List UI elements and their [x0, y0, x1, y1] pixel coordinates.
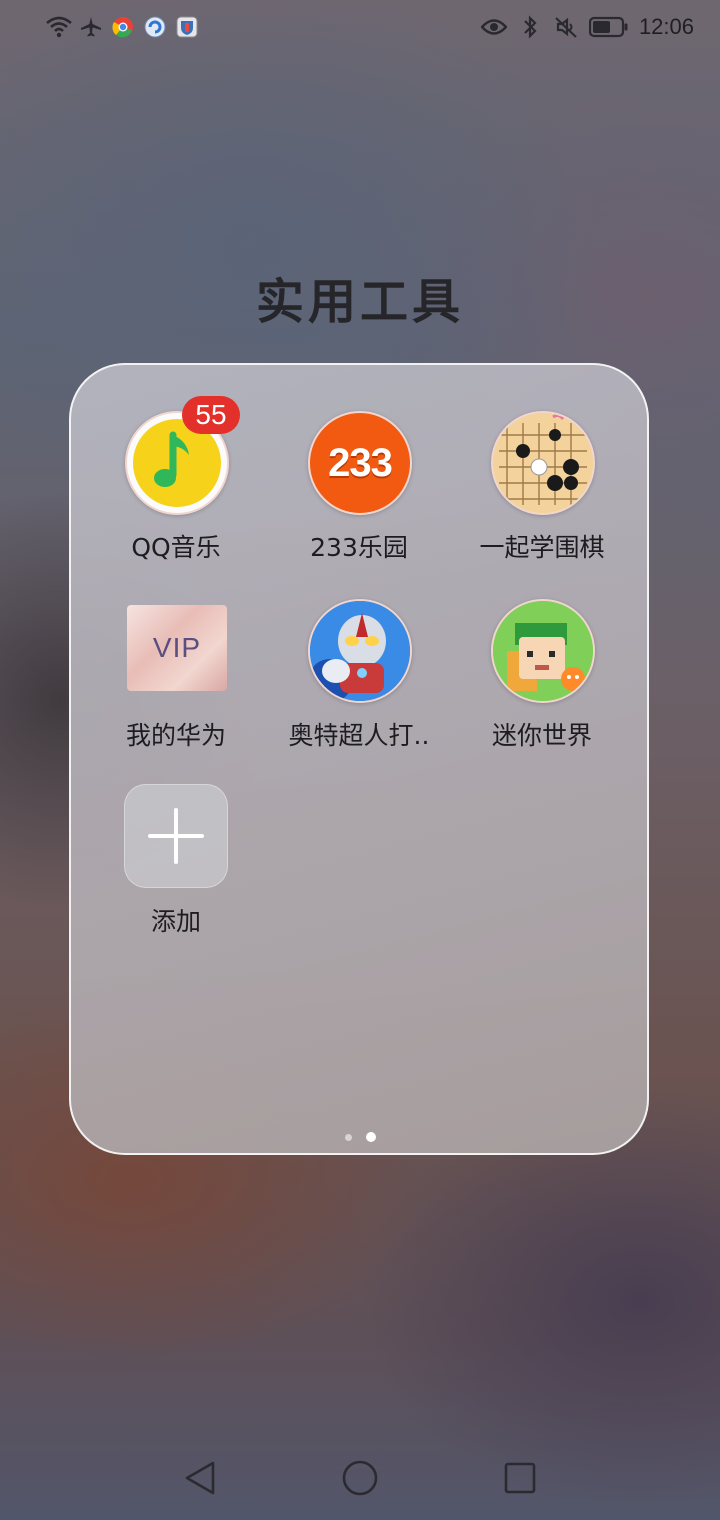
app-label: 233乐园 — [310, 533, 408, 562]
go-game-icon-wrap — [490, 410, 595, 515]
status-bar: 12:06 — [0, 0, 720, 56]
back-icon — [183, 1460, 217, 1500]
navigation-bar — [0, 1440, 720, 1520]
app-go-game[interactable]: 一起学围棋 — [462, 410, 622, 564]
page-indicator — [0, 1132, 720, 1142]
battery-icon — [588, 14, 629, 40]
app-ultraman[interactable]: 奥特超人打.. — [279, 598, 439, 752]
wifi-icon — [46, 14, 72, 40]
chrome-icon — [110, 14, 136, 40]
status-left-icons — [46, 14, 200, 40]
add-icon — [124, 784, 228, 888]
bluetooth-icon — [517, 14, 543, 40]
mini-world-icon — [491, 599, 595, 703]
recents-button[interactable] — [490, 1460, 550, 1500]
go-game-icon — [491, 411, 595, 515]
home-icon — [341, 1459, 379, 1501]
back-button[interactable] — [170, 1460, 230, 1500]
notification-badge: 55 — [182, 396, 240, 434]
233-icon: 233 — [308, 411, 412, 515]
eye-icon — [480, 14, 507, 40]
app-label: 迷你世界 — [491, 721, 592, 750]
app-label: QQ音乐 — [131, 533, 221, 562]
my-huawei-icon: VIP — [127, 605, 227, 691]
app-my-huawei[interactable]: VIP 我的华为 — [96, 598, 256, 752]
clock: 12:06 — [638, 14, 694, 39]
app-label: 我的华为 — [125, 721, 226, 750]
folder-title[interactable]: 实用工具 — [0, 262, 720, 332]
app-label: 奥特超人打.. — [288, 721, 430, 750]
home-button[interactable] — [330, 1460, 390, 1500]
ultraman-icon-wrap — [307, 598, 412, 703]
app-qq-music[interactable]: 55 QQ音乐 — [96, 396, 256, 564]
app-add[interactable]: 添加 — [96, 784, 256, 938]
page-dot-1[interactable] — [344, 1133, 352, 1141]
my-huawei-icon-wrap: VIP — [124, 598, 228, 702]
qq-music-icon-wrap: 55 — [124, 396, 240, 515]
page-dot-2-active[interactable] — [365, 1132, 376, 1142]
app-233[interactable]: 233 233乐园 — [279, 410, 439, 564]
recents-icon — [503, 1461, 537, 1499]
browser-icon — [142, 14, 168, 40]
airplane-icon — [78, 14, 104, 40]
app-mini-world[interactable]: 迷你世界 — [462, 598, 622, 752]
233-icon-text: 233 — [328, 440, 393, 485]
status-right-icons: 12:06 — [480, 14, 694, 40]
233-icon-wrap: 233 — [307, 410, 412, 515]
add-icon-wrap — [124, 784, 228, 888]
app-label: 一起学围棋 — [479, 533, 605, 562]
vip-text: VIP — [152, 632, 202, 663]
mute-icon — [553, 14, 579, 40]
shield-app-icon — [174, 14, 200, 40]
mini-world-icon-wrap — [490, 598, 595, 703]
ultraman-icon — [308, 599, 412, 703]
app-label: 添加 — [150, 907, 201, 936]
